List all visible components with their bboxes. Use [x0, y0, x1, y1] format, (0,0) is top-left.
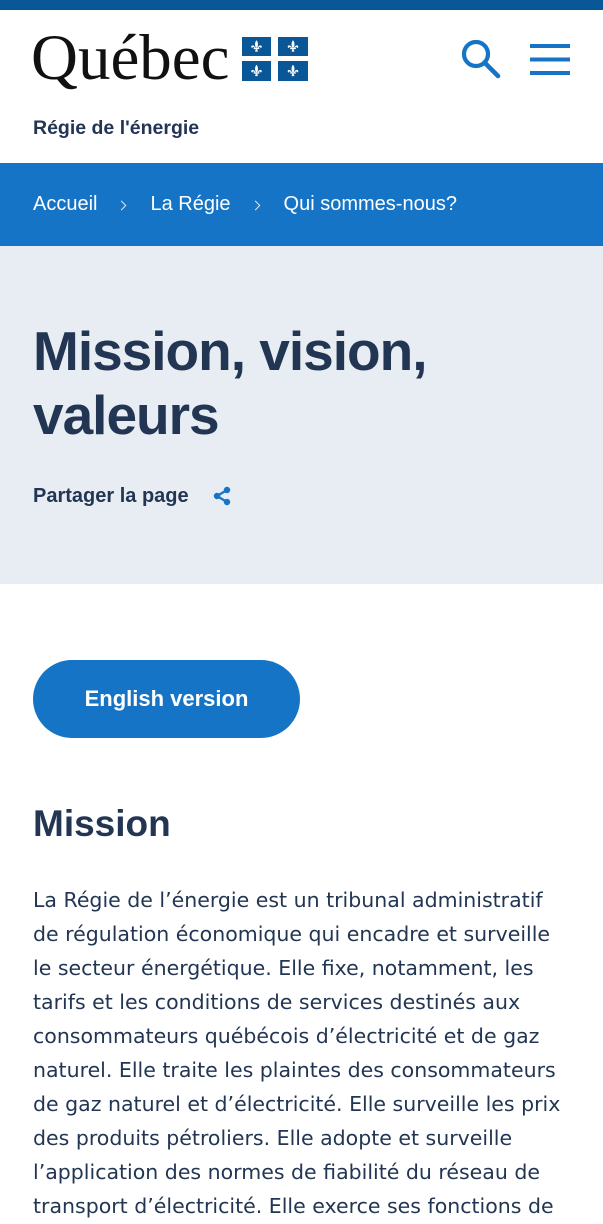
- page-title: Mission, vision, valeurs: [33, 320, 428, 446]
- breadcrumb: Accueil La Régie Qui sommes-nous?: [0, 163, 603, 246]
- chevron-right-icon: [250, 200, 260, 211]
- paragraph-line: le secteur énergétique. Elle fixe, notam…: [33, 956, 534, 980]
- share-page-label: Partager la page: [33, 485, 189, 507]
- search-icon: [461, 39, 501, 79]
- page-hero: Mission, vision, valeurs Partager la pag…: [0, 246, 603, 584]
- paragraph-line: transport d’électricité. Elle exerce ses…: [33, 1194, 554, 1218]
- breadcrumb-item-current: Qui sommes-nous?: [283, 193, 457, 215]
- section-heading-mission: Mission: [33, 803, 171, 844]
- mission-paragraph: La Régie de l’énergie est un tribunal ad…: [33, 883, 570, 1223]
- share-page-button[interactable]: Partager la page: [33, 482, 231, 510]
- paragraph-line: de gaz naturel et d’électricité. Elle su…: [33, 1092, 561, 1116]
- paragraph-line: naturel. Elle traite les plaintes des co…: [33, 1058, 556, 1082]
- search-button[interactable]: [461, 39, 501, 79]
- hamburger-menu-icon: [530, 44, 570, 75]
- site-header: Québec Régie de l'énergie: [0, 10, 603, 163]
- breadcrumb-item-accueil[interactable]: Accueil: [33, 193, 97, 216]
- paragraph-line: tarifs et les conditions de services des…: [33, 990, 521, 1014]
- paragraph-line: de régulation économique qui encadre et …: [33, 922, 551, 946]
- paragraph-line: l’application des normes de fiabilité du…: [33, 1160, 540, 1184]
- quebec-logo-wordmark: Québec: [31, 22, 230, 94]
- share-icon: [213, 486, 230, 506]
- english-version-button[interactable]: English version: [33, 660, 300, 738]
- paragraph-line: des produits pétroliers. Elle adopte et …: [33, 1126, 513, 1150]
- quebec-logo-link[interactable]: Québec: [0, 10, 320, 100]
- paragraph-line: consommateurs québécois d’électricité et…: [33, 1024, 540, 1048]
- main-content: English version Mission La Régie de l’én…: [0, 660, 603, 1223]
- menu-button[interactable]: [529, 42, 571, 76]
- chevron-right-icon: [117, 200, 127, 211]
- top-color-strip: [0, 0, 603, 10]
- quebec-flag-icon: [242, 37, 308, 81]
- paragraph-line: La Régie de l’énergie est un tribunal ad…: [33, 888, 543, 912]
- breadcrumb-item-la-regie[interactable]: La Régie: [150, 193, 230, 216]
- site-name: Régie de l'énergie: [33, 117, 200, 139]
